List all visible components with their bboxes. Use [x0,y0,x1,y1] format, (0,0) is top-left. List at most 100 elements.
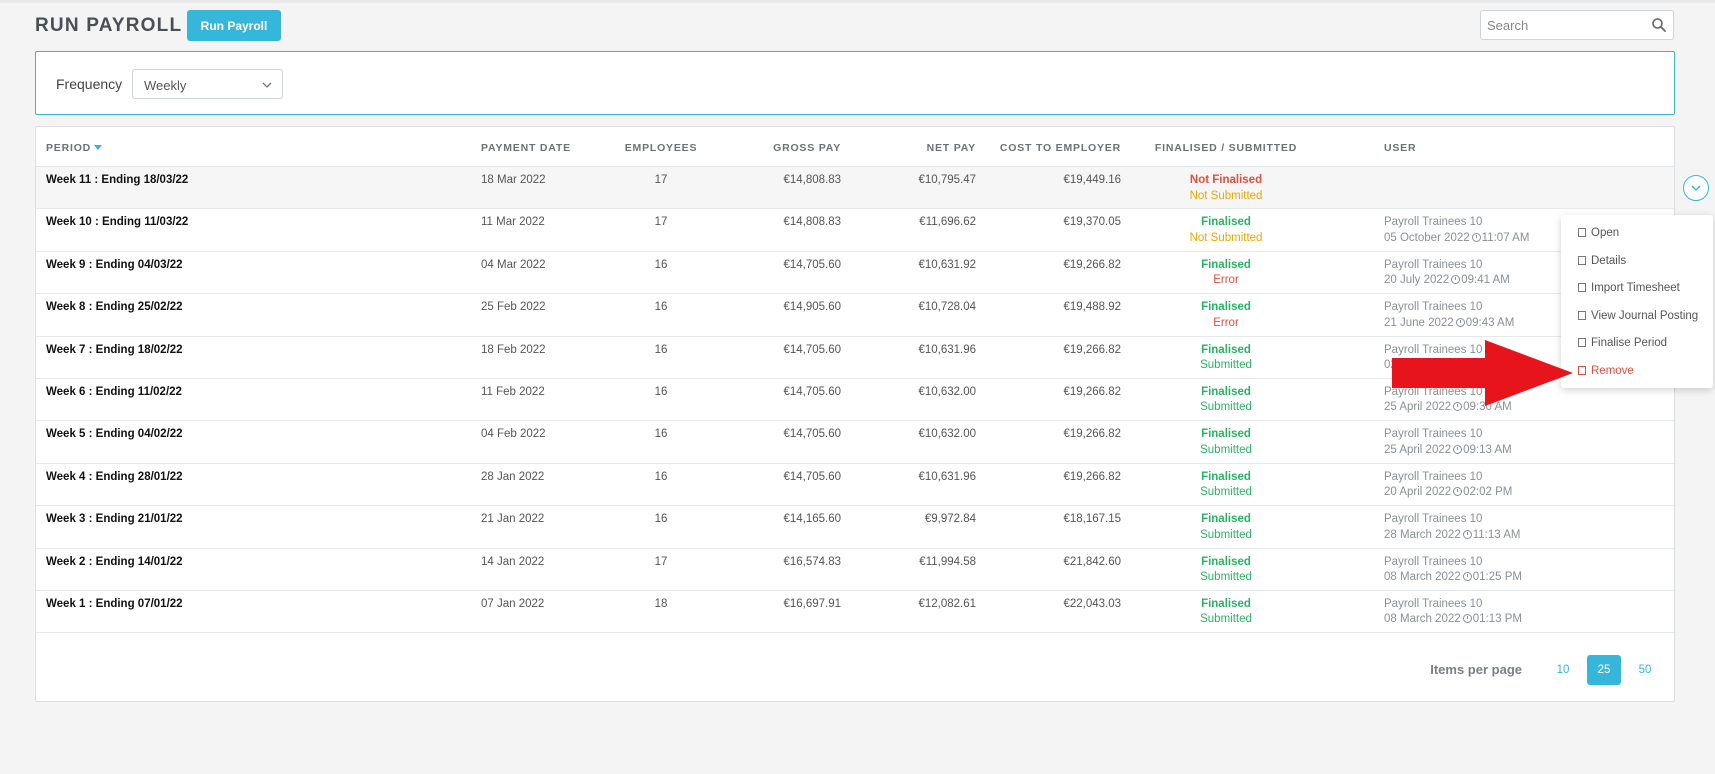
table-row[interactable]: Week 1 : Ending 07/01/22 07 Jan 2022 18 €16… [36,591,1674,634]
table-row[interactable]: Week 8 : Ending 25/02/22 25 Feb 2022 16 €14… [36,294,1674,337]
net-pay-cell: €10,632.00 [918,428,976,441]
gross-pay-cell: €14,705.60 [783,258,841,271]
user-timestamp: 28 March 2022 11:13 AM [1384,528,1521,541]
period-cell: Week 6 : Ending 11/02/22 [46,385,182,398]
page-size-10[interactable]: 10 [1546,655,1580,685]
net-pay-cell: €11,696.62 [919,216,976,229]
employees-cell: 16 [654,385,668,398]
filter-panel: Frequency Weekly [35,51,1675,115]
column-finalised-submitted[interactable]: FINALISED / SUBMITTED [1146,142,1306,154]
menu-item-details[interactable]: Details [1578,255,1626,267]
column-net-pay[interactable]: NET PAY [866,142,976,154]
cost-to-employer-cell: €19,488.92 [1063,301,1121,314]
payment-date-cell: 07 Jan 2022 [481,597,545,610]
user-name: Payroll Trainees 10 [1384,597,1483,610]
table-row[interactable]: Week 4 : Ending 28/01/22 28 Jan 2022 16 €14… [36,464,1674,507]
table-row[interactable]: Week 3 : Ending 21/01/22 21 Jan 2022 16 €14… [36,506,1674,549]
finalised-status: Finalised [1201,216,1251,229]
top-divider [0,0,1715,3]
user-timestamp: 08 March 2022 01:25 PM [1384,571,1522,584]
run-payroll-button[interactable]: Run Payroll [187,10,281,41]
column-cost-to-employer[interactable]: COST TO EMPLOYER [996,142,1121,154]
search-input[interactable] [1487,15,1647,35]
menu-item-remove[interactable]: Remove [1578,365,1634,377]
column-user[interactable]: USER [1384,142,1416,154]
calendar-icon [1578,228,1586,237]
page-size-25[interactable]: 25 [1587,655,1621,685]
column-period[interactable]: PERIOD [46,142,103,154]
submitted-status: Submitted [1200,486,1252,499]
column-gross-pay[interactable]: GROSS PAY [716,142,841,154]
table-row[interactable]: Week 2 : Ending 14/01/22 14 Jan 2022 17 €16… [36,549,1674,591]
cost-to-employer-cell: €19,266.82 [1063,428,1121,441]
payment-date-cell: 11 Mar 2022 [481,216,545,229]
submitted-status: Not Submitted [1189,231,1263,244]
table-row[interactable]: Week 5 : Ending 04/02/22 04 Feb 2022 16 €14… [36,421,1674,464]
timesheet-icon [1578,283,1586,292]
page-title: RUN PAYROLL [35,15,183,36]
clock-icon [1453,444,1463,454]
period-cell: Week 1 : Ending 07/01/22 [46,597,183,610]
clock-icon [1471,232,1481,242]
user-cell: Payroll Trainees 10 20 July 2022 09:41 AM [1384,258,1510,289]
period-cell: Week 3 : Ending 21/01/22 [46,513,183,526]
frequency-value: Weekly [144,78,187,93]
frequency-select[interactable]: Weekly [132,69,283,99]
user-timestamp: 20 April 2022 02:02 PM [1384,486,1513,499]
submitted-status: Error [1213,316,1239,329]
user-name: Payroll Trainees 10 [1384,513,1483,526]
status-cell: Finalised Submitted [1156,385,1296,416]
column-payment-date[interactable]: PAYMENT DATE [481,142,571,154]
cost-to-employer-cell: €19,266.82 [1063,470,1121,483]
sort-desc-icon [94,145,103,150]
payment-date-cell: 18 Mar 2022 [481,174,546,186]
page-size-50[interactable]: 50 [1628,655,1662,685]
status-cell: Finalised Error [1156,300,1296,331]
menu-item-import-timesheet[interactable]: Import Timesheet [1578,282,1680,294]
gross-pay-cell: €14,165.60 [783,513,841,526]
search-icon[interactable] [1651,17,1667,33]
net-pay-cell: €10,632.00 [918,385,976,398]
finalised-status: Finalised [1201,555,1251,568]
checkbox-icon [1578,338,1586,347]
payment-date-cell: 04 Feb 2022 [481,428,546,441]
user-cell: Payroll Trainees 10 08 March 2022 01:25 PM [1384,555,1522,586]
table-row[interactable]: Week 10 : Ending 11/03/22 11 Mar 2022 17 €1… [36,209,1674,252]
menu-item-finalise-period[interactable]: Finalise Period [1578,337,1667,349]
status-cell: Finalised Error [1156,258,1296,289]
row-actions-toggle[interactable] [1683,175,1709,201]
finalised-status: Finalised [1201,428,1251,441]
menu-item-view-journal-posting[interactable]: View Journal Posting [1578,310,1698,322]
status-cell: Finalised Submitted [1156,512,1296,543]
submitted-status: Submitted [1200,571,1252,584]
cost-to-employer-cell: €18,167.15 [1063,513,1121,526]
table-row[interactable]: Week 11 : Ending 18/03/22 18 Mar 2022 17 €1… [36,167,1674,210]
gross-pay-cell: €14,808.83 [783,216,841,229]
employees-cell: 16 [654,513,668,526]
user-timestamp: 08 March 2022 01:13 PM [1384,613,1522,626]
table-row[interactable]: Week 9 : Ending 04/03/22 04 Mar 2022 16 €14… [36,252,1674,295]
frequency-label: Frequency [56,76,123,92]
pagination: Items per page 10 25 50 [1342,655,1662,685]
search-box [1480,10,1674,40]
status-cell: Finalised Not Submitted [1156,215,1296,246]
net-pay-cell: €11,994.58 [919,555,976,568]
clock-icon [1462,529,1472,539]
column-employees[interactable]: EMPLOYEES [616,142,706,154]
user-name: Payroll Trainees 10 [1384,428,1483,441]
payment-date-cell: 04 Mar 2022 [481,258,546,271]
clock-icon [1462,614,1472,624]
submitted-status: Submitted [1200,359,1252,372]
period-cell: Week 10 : Ending 11/03/22 [46,216,189,229]
chevron-down-icon [1691,185,1701,191]
menu-item-open[interactable]: Open [1578,227,1619,239]
net-pay-cell: €10,631.92 [918,258,976,271]
payment-date-cell: 14 Jan 2022 [481,555,545,568]
user-timestamp: 25 April 2022 09:13 AM [1384,443,1512,456]
finalised-status: Finalised [1201,301,1251,314]
submitted-status: Not Submitted [1189,189,1263,202]
user-cell: Payroll Trainees 10 08 March 2022 01:13 PM [1384,597,1522,628]
submitted-status: Submitted [1200,401,1252,414]
gross-pay-cell: €16,574.83 [783,555,841,568]
user-name: Payroll Trainees 10 [1384,258,1483,271]
